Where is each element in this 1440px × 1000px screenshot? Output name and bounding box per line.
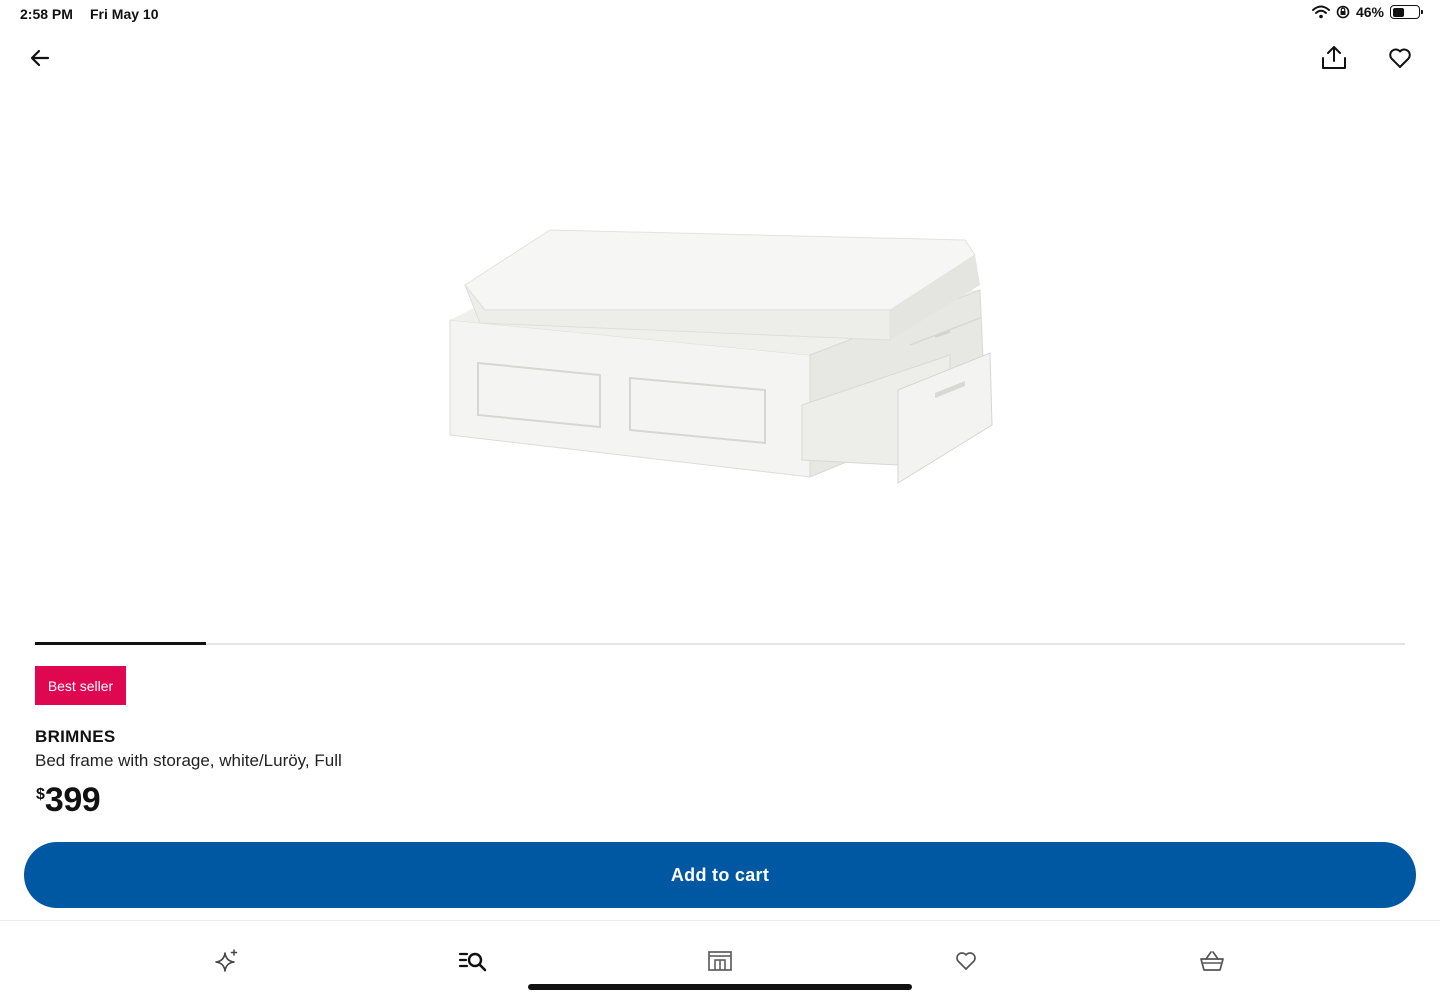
arrow-left-icon bbox=[30, 49, 50, 67]
battery-percent: 46% bbox=[1355, 4, 1384, 20]
store-icon bbox=[708, 951, 732, 971]
basket-icon bbox=[1200, 951, 1224, 971]
carousel-progress-bar bbox=[35, 642, 207, 645]
status-time: 2:58 PM bbox=[20, 6, 73, 22]
bed-frame-image bbox=[449, 229, 993, 484]
top-nav bbox=[0, 38, 1440, 82]
battery-icon bbox=[1390, 5, 1423, 19]
product-price: $ 399 bbox=[36, 780, 101, 820]
tab-inspiration[interactable] bbox=[207, 943, 247, 979]
heart-icon bbox=[1389, 48, 1411, 68]
best-seller-badge: Best seller bbox=[35, 666, 126, 705]
price-amount: 399 bbox=[44, 781, 101, 819]
product-image[interactable] bbox=[440, 215, 1000, 495]
favorite-button[interactable] bbox=[1380, 38, 1420, 78]
price-currency: $ bbox=[36, 786, 45, 803]
tab-search[interactable] bbox=[453, 943, 493, 979]
tab-favorites[interactable] bbox=[946, 943, 986, 979]
orientation-lock-icon bbox=[1336, 5, 1350, 19]
product-description: Bed frame with storage, white/Luröy, Ful… bbox=[35, 751, 342, 770]
back-button[interactable] bbox=[20, 38, 60, 78]
status-bar: 2:58 PM Fri May 10 46% bbox=[0, 0, 1440, 30]
sparkle-icon bbox=[215, 949, 238, 972]
status-date: Fri May 10 bbox=[90, 6, 159, 22]
search-list-icon bbox=[458, 952, 487, 972]
home-indicator[interactable] bbox=[528, 984, 912, 990]
wifi-icon bbox=[1311, 5, 1330, 19]
image-carousel-indicator bbox=[35, 642, 1405, 645]
share-button[interactable] bbox=[1314, 38, 1354, 78]
tab-cart[interactable] bbox=[1192, 943, 1232, 979]
tab-stores[interactable] bbox=[700, 943, 740, 979]
status-indicators: 46% bbox=[1311, 4, 1423, 20]
product-name: BRIMNES bbox=[35, 727, 116, 746]
add-to-cart-button[interactable]: Add to cart bbox=[24, 842, 1416, 908]
share-icon bbox=[1322, 46, 1346, 69]
heart-icon bbox=[956, 952, 976, 970]
